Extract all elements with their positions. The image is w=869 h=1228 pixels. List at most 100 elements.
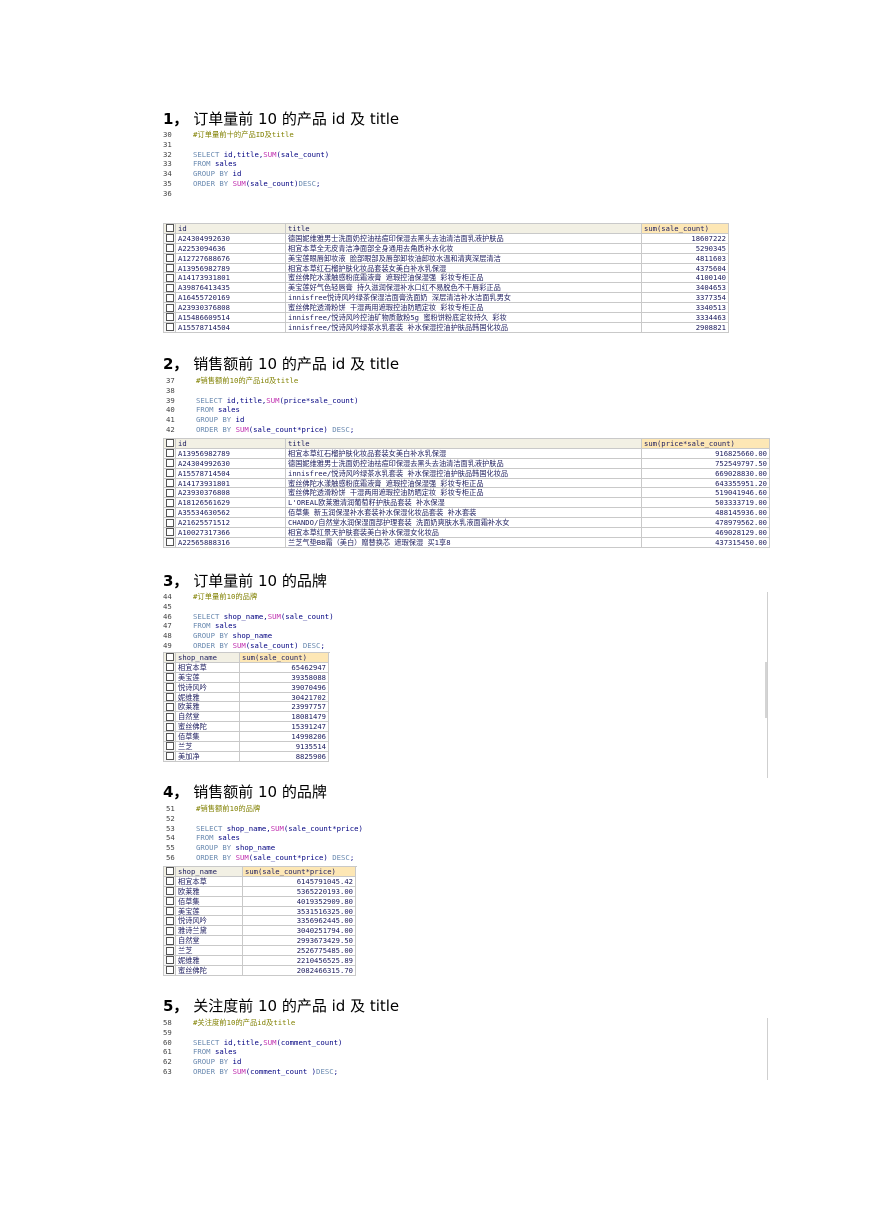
table-row[interactable]: 悦诗风吟 39070496 <box>164 682 330 693</box>
select-all-checkbox[interactable] <box>164 224 176 234</box>
column-header[interactable]: title <box>286 439 642 449</box>
table-row[interactable]: A18126561629 L'OREAL欧莱雅清润葡萄籽护肤品套装 补水保湿 503… <box>164 498 770 509</box>
table-row[interactable]: A23930376808 蜜丝佛陀透滑粉饼 干湿两用遮瑕控油防晒定妆 彩妆专柜正品… <box>164 488 770 499</box>
checkbox-icon[interactable] <box>165 323 174 332</box>
code-line[interactable]: 56 ORDER BY SUM(sale_count*price) DESC; <box>166 853 363 863</box>
checkbox-icon[interactable] <box>165 254 174 263</box>
code-line[interactable]: 39 SELECT id,title,SUM(price*sale_count) <box>166 396 359 406</box>
code-line[interactable]: 48 GROUP BY shop_name <box>163 631 334 641</box>
code-line[interactable]: 30 #订单量前十的产品ID及title <box>163 130 329 140</box>
code-line[interactable]: 36 <box>163 189 329 199</box>
checkbox-icon[interactable] <box>165 459 174 468</box>
table-row[interactable]: A24304992630 德国妮维雅男士洗面奶控油祛痘印保湿去黑头去油清洁面乳液护… <box>164 233 729 244</box>
row-checkbox[interactable] <box>164 876 176 887</box>
row-checkbox[interactable] <box>164 488 176 499</box>
row-checkbox[interactable] <box>164 322 176 333</box>
row-checkbox[interactable] <box>164 712 176 723</box>
checkbox-icon[interactable] <box>165 683 174 692</box>
row-checkbox[interactable] <box>164 702 176 713</box>
checkbox-icon[interactable] <box>165 946 174 955</box>
row-checkbox[interactable] <box>164 896 176 907</box>
checkbox-icon[interactable] <box>165 926 174 935</box>
checkbox-icon[interactable] <box>165 732 174 741</box>
table-row[interactable]: 妮维雅 2210456525.89 <box>164 956 357 966</box>
table-row[interactable]: 美宝莲 3531516325.00 <box>164 906 357 917</box>
checkbox-icon[interactable] <box>165 244 174 253</box>
code-line[interactable]: 42 ORDER BY SUM(sale_count*price) DESC; <box>166 425 359 435</box>
checkbox-icon[interactable] <box>165 303 174 312</box>
column-header[interactable]: sum(price*sale_count) <box>642 439 770 449</box>
checkbox-icon[interactable] <box>165 712 174 721</box>
table-row[interactable]: 妮维雅 30421702 <box>164 692 330 703</box>
row-checkbox[interactable] <box>164 458 176 469</box>
row-checkbox[interactable] <box>164 916 176 927</box>
table-row[interactable]: 美加净 8825906 <box>164 751 330 762</box>
table-row[interactable]: 佰草集 14998206 <box>164 732 330 743</box>
table-row[interactable]: A2253094636 相宜本草全无皮青洁净面部全身通用去角质补水化妆 529034… <box>164 243 729 254</box>
table-row[interactable]: 美宝莲 39358088 <box>164 672 330 683</box>
checkbox-icon[interactable] <box>165 234 174 243</box>
checkbox-icon[interactable] <box>165 887 174 896</box>
checkbox-icon[interactable] <box>165 273 174 282</box>
checkbox-icon[interactable] <box>165 663 174 672</box>
table-row[interactable]: A12727688676 美宝莲眼唇卸妆液 脸部眼部及唇部卸妆油卸妆水温和清爽深层… <box>164 253 729 264</box>
column-header[interactable]: shop_name <box>176 867 243 877</box>
table-row[interactable]: 自然堂 18081479 <box>164 712 330 723</box>
table-row[interactable]: 兰芝 2526775485.00 <box>164 946 357 957</box>
row-checkbox[interactable] <box>164 293 176 304</box>
checkbox-icon[interactable] <box>165 897 174 906</box>
checkbox-icon[interactable] <box>165 283 174 292</box>
column-header[interactable]: sum(sale_count) <box>240 653 329 663</box>
table-row[interactable]: 佰草集 4019352909.80 <box>164 896 357 907</box>
code-line[interactable]: 58 #关注度前10的产品id及title <box>163 1018 342 1028</box>
table-row[interactable]: A35534630562 佰草集 新玉润保湿补水套装补水保湿化妆品套装 补水套装 4… <box>164 508 770 519</box>
row-checkbox[interactable] <box>164 751 176 762</box>
row-checkbox[interactable] <box>164 303 176 314</box>
code-line[interactable]: 46 SELECT shop_name,SUM(sale_count) <box>163 612 334 622</box>
row-checkbox[interactable] <box>164 906 176 917</box>
row-checkbox[interactable] <box>164 273 176 284</box>
code-line[interactable]: 41 GROUP BY id <box>166 415 359 425</box>
table-row[interactable]: 蜜丝佛陀 15391247 <box>164 722 330 733</box>
section-2-sql-editor[interactable]: 37 #销售额前10的产品id及title 38 39 SELECT id,title,… <box>166 376 359 435</box>
row-checkbox[interactable] <box>164 498 176 509</box>
select-all-checkbox[interactable] <box>164 439 176 449</box>
table-row[interactable]: 悦诗风吟 3356962445.00 <box>164 916 357 927</box>
table-row[interactable]: A15486609514 innisfree/悦诗风吟控油矿物质散粉5g 蜜粉饼粉… <box>164 313 729 323</box>
row-checkbox[interactable] <box>164 263 176 274</box>
column-header[interactable]: id <box>176 224 286 234</box>
checkbox-icon[interactable] <box>165 313 174 322</box>
row-checkbox[interactable] <box>164 926 176 937</box>
row-checkbox[interactable] <box>164 253 176 264</box>
checkbox-icon[interactable] <box>165 867 174 876</box>
checkbox-icon[interactable] <box>165 956 174 965</box>
table-row[interactable]: A23930376808 蜜丝佛陀透滑粉饼 干湿两用遮瑕控油防晒定妆 彩妆专柜正品… <box>164 303 729 314</box>
table-row[interactable]: A14173931801 蜜丝佛陀水漾触感粉底霜液膏 遮瑕控油保湿强 彩妆专柜正品… <box>164 478 770 489</box>
code-line[interactable]: 61 FROM sales <box>163 1047 342 1057</box>
code-line[interactable]: 35 ORDER BY SUM(sale_count)DESC; <box>163 179 329 189</box>
checkbox-icon[interactable] <box>165 722 174 731</box>
table-row[interactable]: A15578714504 innisfree/悦诗风吟绿茶水乳套装 补水保湿控油护… <box>164 322 729 333</box>
checkbox-icon[interactable] <box>165 479 174 487</box>
section-4-sql-editor[interactable]: 51 #销售额前10的品牌 52 53 SELECT shop_name,SUM(sal… <box>166 804 363 863</box>
checkbox-icon[interactable] <box>165 439 174 448</box>
code-line[interactable]: 59 <box>163 1028 342 1038</box>
checkbox-icon[interactable] <box>165 653 174 662</box>
row-checkbox[interactable] <box>164 243 176 254</box>
table-row[interactable]: A39876413435 美宝莲好气色轻唇膏 持久滋润保湿补水口红不易脱色不干唇彩… <box>164 283 729 294</box>
row-checkbox[interactable] <box>164 313 176 323</box>
checkbox-icon[interactable] <box>165 264 174 272</box>
row-checkbox[interactable] <box>164 965 176 976</box>
code-line[interactable]: 40 FROM sales <box>166 405 359 415</box>
checkbox-icon[interactable] <box>165 224 174 233</box>
checkbox-icon[interactable] <box>165 907 174 915</box>
checkbox-icon[interactable] <box>165 538 174 547</box>
column-header[interactable]: id <box>176 439 286 449</box>
checkbox-icon[interactable] <box>165 449 174 458</box>
checkbox-icon[interactable] <box>165 966 174 975</box>
table-row[interactable]: 自然堂 2993673429.50 <box>164 936 357 947</box>
code-line[interactable]: 53 SELECT shop_name,SUM(sale_count*price) <box>166 824 363 834</box>
code-line[interactable]: 31 <box>163 140 329 150</box>
table-row[interactable]: 蜜丝佛陀 2082466315.70 <box>164 965 357 976</box>
row-checkbox[interactable] <box>164 478 176 489</box>
